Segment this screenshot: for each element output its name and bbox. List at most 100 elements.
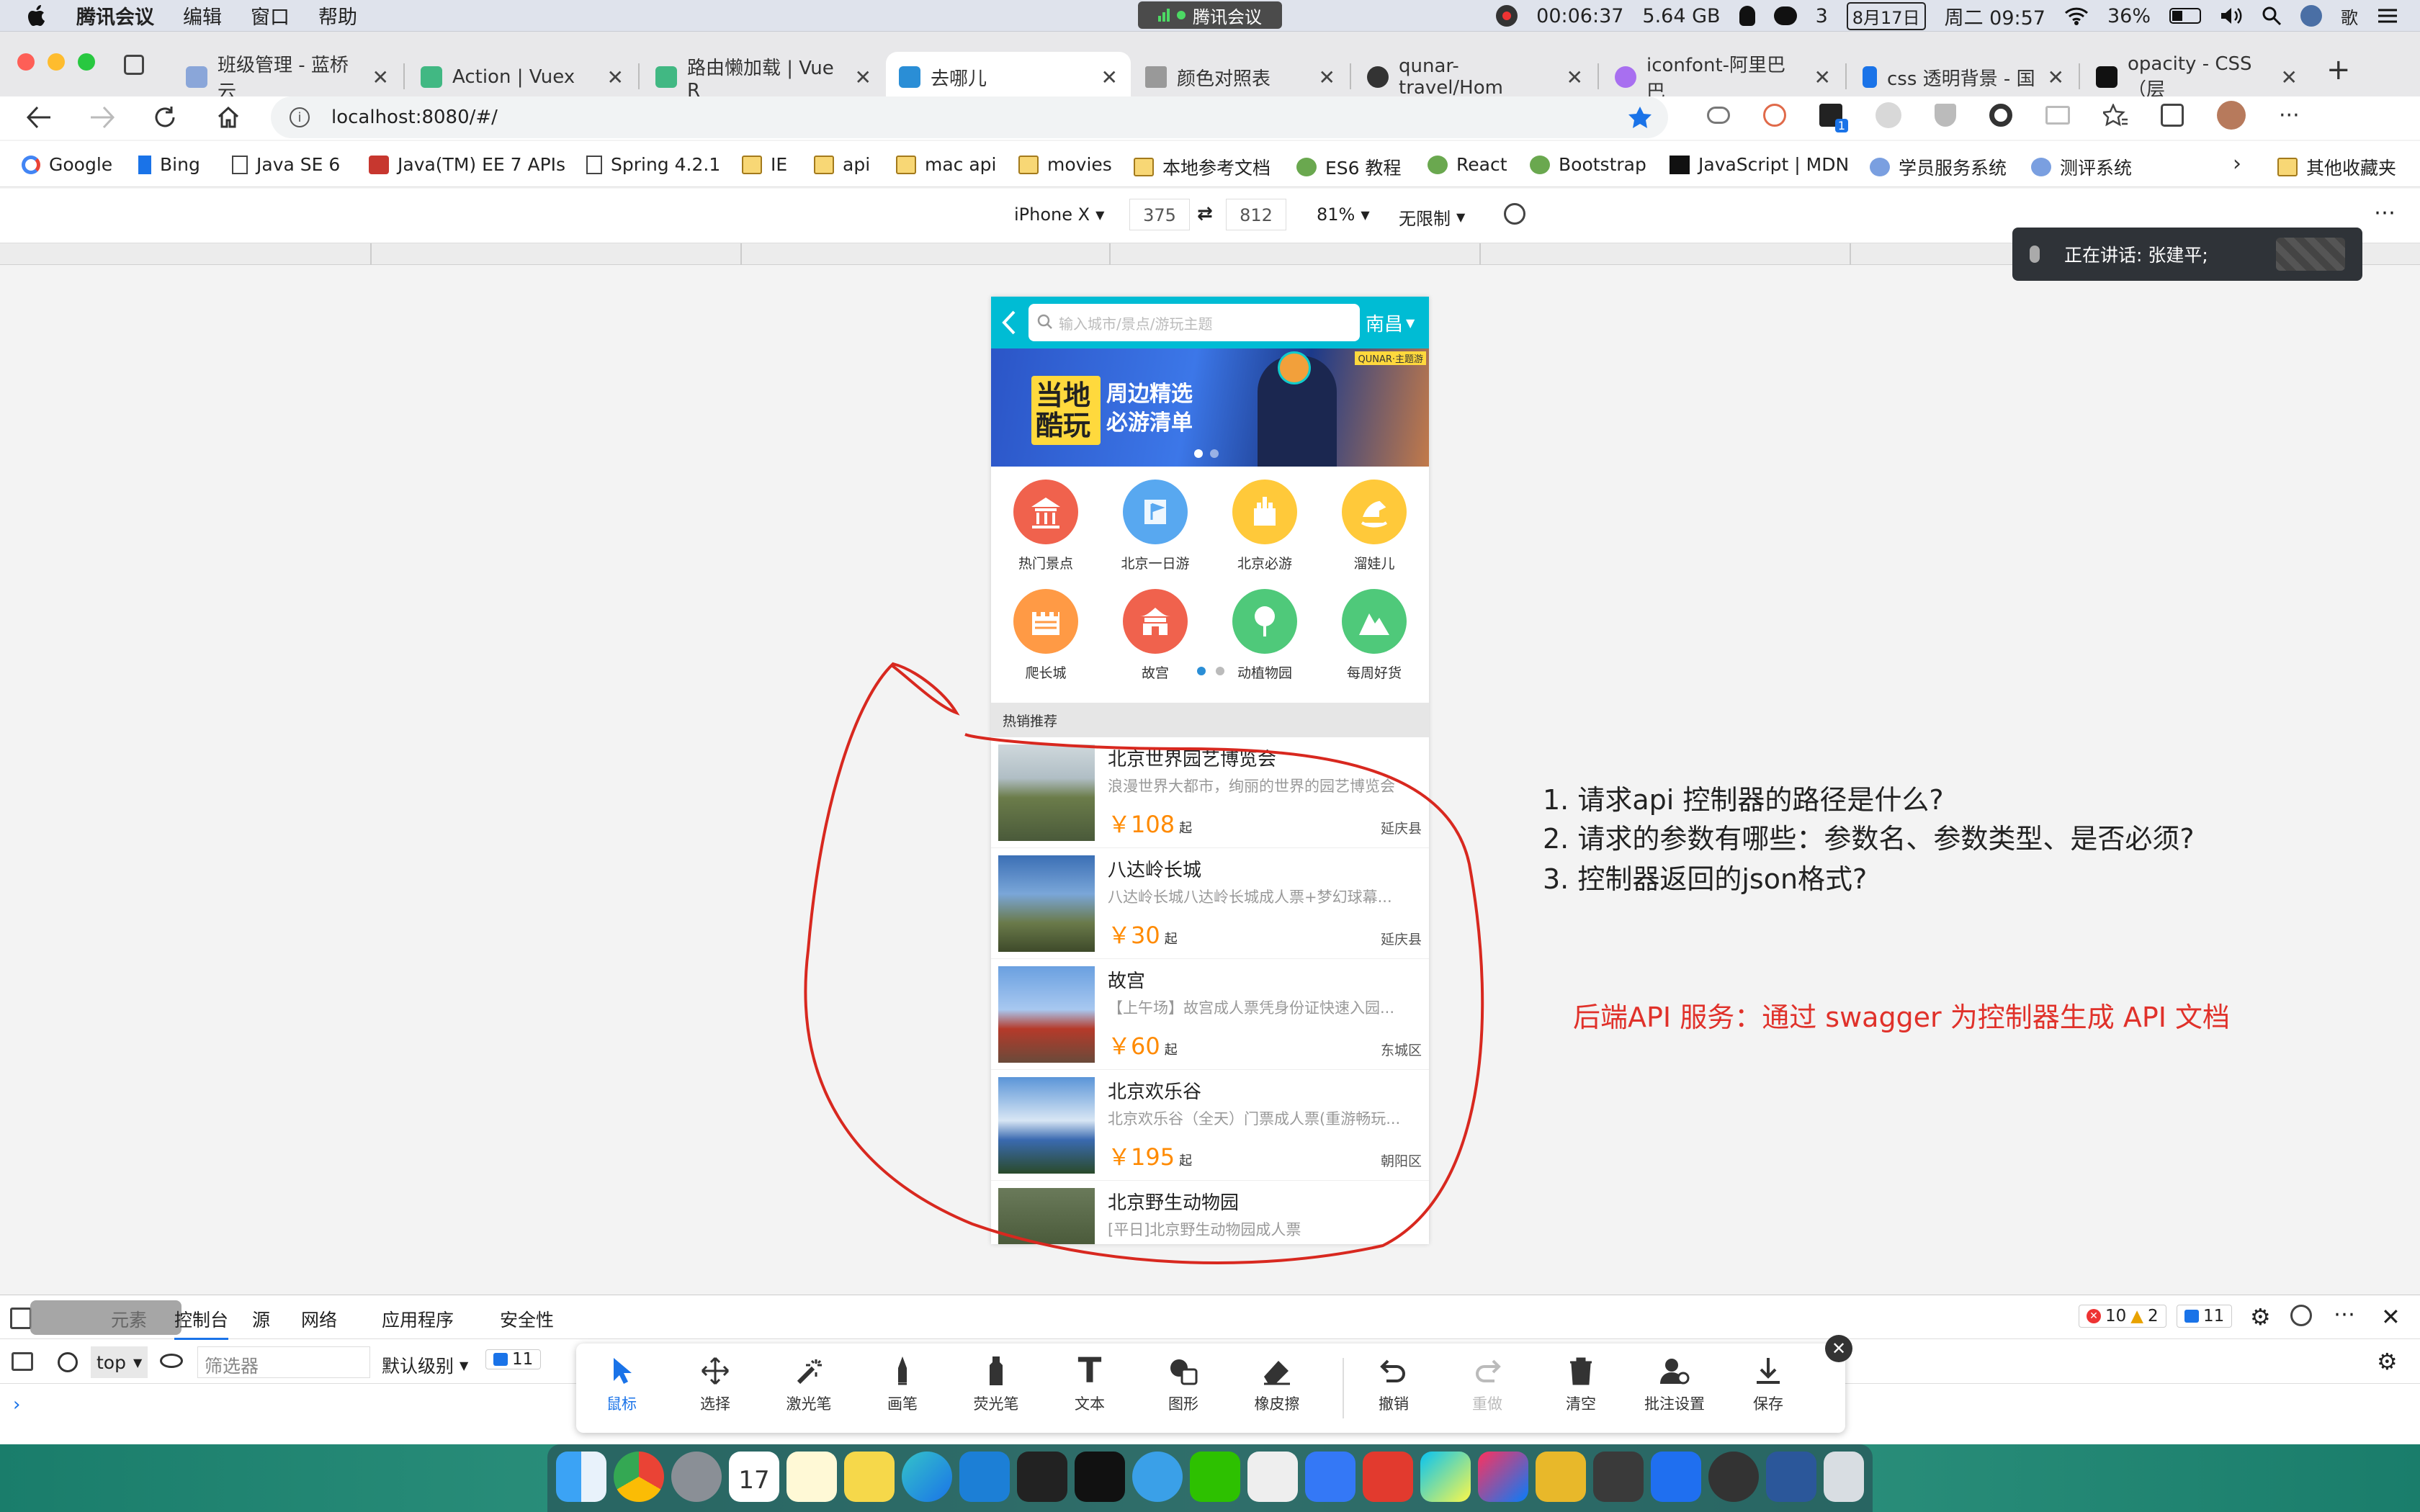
devtools-tab-security[interactable]: 安全性: [500, 1306, 554, 1332]
edge-icon[interactable]: [902, 1452, 952, 1502]
tab-close-icon[interactable]: ✕: [1814, 66, 1831, 89]
device-more-icon[interactable]: ⋯: [2374, 200, 2396, 225]
tab-iconfont[interactable]: iconfont-阿里巴巴 ✕: [1602, 52, 1844, 103]
rotate-icon[interactable]: [1504, 203, 1525, 225]
bookmark-other-favorites[interactable]: 其他收藏夹: [2277, 154, 2396, 180]
tab-close-icon[interactable]: ✕: [2048, 66, 2064, 89]
tool-undo[interactable]: 撤销: [1354, 1349, 1433, 1414]
console-prompt-icon[interactable]: ›: [13, 1394, 20, 1416]
clear-console-icon[interactable]: [58, 1352, 78, 1372]
qq-icon[interactable]: [1739, 6, 1755, 26]
tab-color-table[interactable]: 颜色对照表 ✕: [1132, 52, 1348, 102]
url-text[interactable]: localhost:8080/#/: [331, 107, 498, 128]
browser-menu-icon[interactable]: ···: [2279, 103, 2300, 128]
back-chevron-icon[interactable]: [1001, 310, 1017, 336]
user-switch-icon[interactable]: [2300, 5, 2322, 27]
console-messages-badge[interactable]: 11: [485, 1349, 542, 1369]
site-info-icon[interactable]: i: [290, 107, 310, 127]
tool-highlighter[interactable]: 荧光笔: [956, 1349, 1036, 1414]
webstorm-icon[interactable]: [1420, 1452, 1471, 1502]
city-selector[interactable]: 南昌 ▼: [1366, 310, 1415, 336]
tab-qunar-github[interactable]: qunar-travel/Hom ✕: [1354, 52, 1596, 102]
finder-icon[interactable]: [556, 1452, 606, 1502]
tool-redo[interactable]: 重做: [1448, 1349, 1527, 1414]
volume-icon[interactable]: [2220, 6, 2243, 25]
issues-counter[interactable]: ✕ 10 ▲ 2: [2079, 1305, 2166, 1328]
tool-pen[interactable]: 画笔: [863, 1349, 942, 1414]
icon-with-kids[interactable]: 溜娃儿: [1319, 472, 1429, 580]
tab-close-icon[interactable]: ✕: [1101, 66, 1118, 89]
throttle-select[interactable]: 无限制 ▼: [1399, 204, 1465, 230]
extension-circle-icon[interactable]: [1989, 104, 2012, 127]
toolbar-close-icon[interactable]: ✕: [1825, 1335, 1852, 1362]
bookmark-google[interactable]: Google: [22, 154, 112, 175]
feishu-icon[interactable]: [1305, 1452, 1355, 1502]
bookmark-folder-api[interactable]: api: [814, 154, 870, 175]
dimension-swap-icon[interactable]: ⇄: [1197, 203, 1213, 225]
terminal-icon[interactable]: [1017, 1452, 1067, 1502]
back-arrow-icon[interactable]: [26, 105, 52, 130]
zoom-select[interactable]: 81% ▼: [1317, 204, 1370, 225]
bookmark-folder-local-docs[interactable]: 本地参考文档: [1134, 154, 1270, 180]
bookmark-student-service[interactable]: 学员服务系统: [1870, 154, 2007, 180]
sidebar-toggle-icon[interactable]: [12, 1352, 33, 1371]
bookmark-bootstrap[interactable]: Bootstrap: [1530, 154, 1646, 175]
chrome-icon[interactable]: [614, 1452, 664, 1502]
tab-css-transparent[interactable]: css 透明背景 - 国 ✕: [1850, 52, 2077, 102]
tab-opacity-css[interactable]: opacity - CSS（层 ✕: [2083, 52, 2311, 102]
tab-close-icon[interactable]: ✕: [1319, 66, 1335, 89]
iterm-icon[interactable]: [1075, 1452, 1125, 1502]
tool-text[interactable]: T 文本: [1050, 1349, 1129, 1414]
devtools-more-icon[interactable]: ⋯: [2334, 1302, 2355, 1327]
tool-annotation-settings[interactable]: 批注设置: [1635, 1349, 1714, 1414]
system-preferences-icon[interactable]: [671, 1452, 722, 1502]
control-center-icon[interactable]: [2377, 6, 2398, 25]
tool-mouse[interactable]: 鼠标: [582, 1349, 661, 1414]
devtools-tab-application[interactable]: 应用程序: [382, 1306, 454, 1332]
devtools-tab-elements[interactable]: 元素: [111, 1306, 147, 1332]
bookmark-folder-ie[interactable]: IE: [742, 154, 787, 175]
height-input[interactable]: 812: [1226, 199, 1286, 230]
bookmark-react[interactable]: React: [1428, 154, 1507, 175]
device-select[interactable]: iPhone X ▼: [1014, 204, 1104, 225]
vscode-icon[interactable]: [959, 1452, 1010, 1502]
forward-arrow-icon[interactable]: [89, 105, 115, 130]
tool-select[interactable]: 选择: [676, 1349, 755, 1414]
tab-class-manage[interactable]: 班级管理 - 蓝桥云 ✕: [173, 52, 402, 103]
search-app-icon[interactable]: [1132, 1452, 1183, 1502]
inspect-element-icon[interactable]: [10, 1308, 32, 1329]
icon-beijing-must-visit[interactable]: 北京必游: [1210, 472, 1319, 580]
window-close-button[interactable]: [17, 53, 35, 71]
extension-box-icon[interactable]: 1: [1819, 104, 1848, 132]
ultraedit-icon[interactable]: [1536, 1452, 1586, 1502]
word-icon[interactable]: [1766, 1452, 1816, 1502]
notes-icon[interactable]: [786, 1452, 837, 1502]
log-level-select[interactable]: 默认级别 ▼: [382, 1352, 468, 1378]
bookmark-bing[interactable]: Bing: [138, 154, 200, 175]
extension-tree-icon[interactable]: [1763, 104, 1786, 127]
tab-close-icon[interactable]: ✕: [2281, 66, 2298, 89]
window-minimize-button[interactable]: [48, 53, 65, 71]
youdao-icon[interactable]: [1363, 1452, 1413, 1502]
bookmark-es6[interactable]: ES6 教程: [1296, 154, 1402, 180]
tab-close-icon[interactable]: ✕: [372, 66, 389, 89]
live-expression-eye-icon[interactable]: [160, 1354, 183, 1368]
devtools-tab-console[interactable]: 控制台: [174, 1306, 229, 1340]
bookmark-spring[interactable]: Spring 4.2.1: [586, 154, 720, 175]
wechat-icon[interactable]: [1773, 6, 1797, 25]
favorite-star-icon[interactable]: [1628, 106, 1652, 129]
bookmarks-overflow-icon[interactable]: ›: [2233, 151, 2241, 176]
devtools-tab-sources[interactable]: 源: [252, 1306, 270, 1332]
window-zoom-button[interactable]: [78, 53, 95, 71]
devtools-close-icon[interactable]: ✕: [2381, 1303, 2401, 1331]
menu-edit[interactable]: 编辑: [183, 1, 222, 30]
tab-qunar-active[interactable]: 去哪儿 ✕: [886, 52, 1131, 102]
app-menu[interactable]: 腾讯会议: [76, 1, 154, 30]
bookmark-folder-movies[interactable]: movies: [1018, 154, 1112, 175]
tool-shape[interactable]: 图形: [1144, 1349, 1223, 1414]
tab-close-icon[interactable]: ✕: [1567, 66, 1583, 89]
wifi-icon[interactable]: [2064, 6, 2089, 25]
bookmark-java-se[interactable]: Java SE 6: [232, 154, 340, 175]
icon-beijing-day-tour[interactable]: 北京一日游: [1101, 472, 1210, 580]
width-input[interactable]: 375: [1129, 199, 1190, 230]
